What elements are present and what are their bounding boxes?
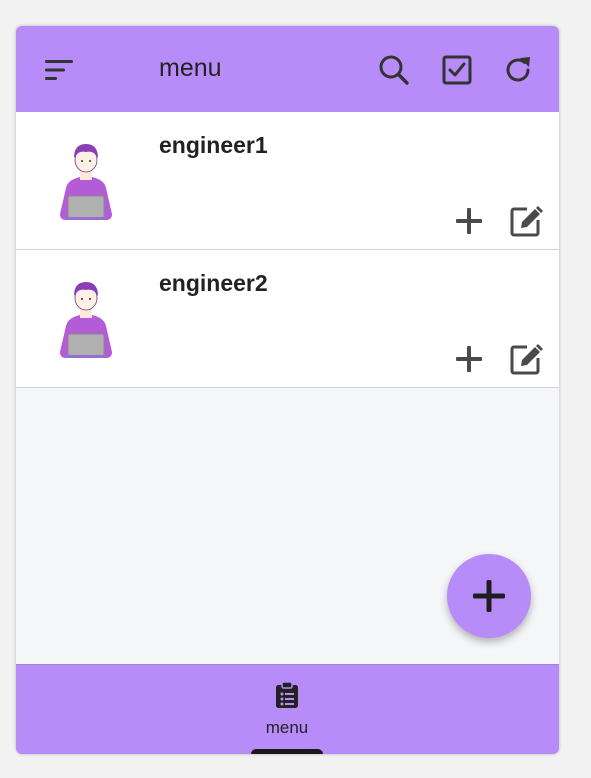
- sort-menu-button[interactable]: [42, 53, 76, 87]
- engineer-name: engineer2: [159, 270, 268, 296]
- list-item[interactable]: engineer2: [16, 250, 559, 388]
- select-button[interactable]: [440, 53, 474, 87]
- nav-item-label: menu: [265, 718, 309, 737]
- refresh-icon: [506, 57, 530, 82]
- edit-button[interactable]: [507, 202, 545, 240]
- edit-icon: [510, 206, 543, 237]
- engineer-list: engineer1 engineer2: [16, 112, 559, 388]
- top-app-bar: menu: [16, 26, 559, 113]
- edit-button[interactable]: [507, 340, 545, 378]
- plus-icon: [473, 580, 505, 612]
- add-button[interactable]: [450, 340, 488, 378]
- sort-icon: [45, 60, 73, 80]
- engineer-avatar-icon: [60, 144, 112, 220]
- home-indicator: [251, 749, 323, 754]
- edit-icon: [510, 344, 543, 375]
- search-button[interactable]: [377, 53, 411, 87]
- page-title: menu: [159, 54, 222, 82]
- refresh-button[interactable]: [501, 53, 535, 87]
- plus-icon: [456, 208, 482, 234]
- clipboard-list-icon: [276, 681, 298, 708]
- nav-item-menu[interactable]: menu: [242, 681, 332, 741]
- plus-icon: [456, 346, 482, 372]
- add-button[interactable]: [450, 202, 488, 240]
- app-window: menu engineer1 engineer2 menu: [16, 26, 559, 754]
- search-icon: [379, 55, 409, 85]
- bottom-navigation: menu: [16, 664, 559, 754]
- engineer-name: engineer1: [159, 132, 268, 158]
- list-item[interactable]: engineer1: [16, 112, 559, 250]
- engineer-avatar-icon: [60, 282, 112, 358]
- checkbox-icon: [442, 55, 472, 85]
- add-fab-button[interactable]: [447, 554, 531, 638]
